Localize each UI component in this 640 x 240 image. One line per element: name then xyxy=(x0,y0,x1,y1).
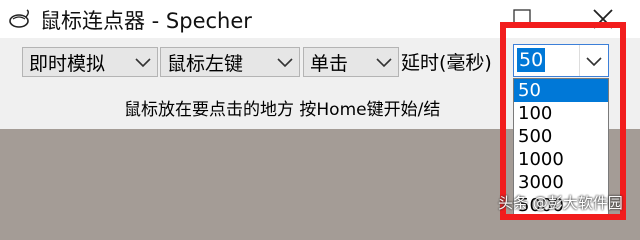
delay-option-1000[interactable]: 1000 xyxy=(514,148,608,171)
close-icon[interactable] xyxy=(590,6,616,32)
delay-option-3000[interactable]: 3000 xyxy=(514,171,608,194)
maximize-icon[interactable] xyxy=(512,8,532,28)
delay-dropdown-button[interactable] xyxy=(579,45,608,76)
mouse-icon xyxy=(9,9,29,28)
click-type-select[interactable]: 单击 xyxy=(303,47,399,77)
button-select[interactable]: 鼠标左键 xyxy=(160,47,300,77)
delay-option-100[interactable]: 100 xyxy=(514,102,608,125)
status-text: 鼠标放在要点击的地方 按Home键开始/结 xyxy=(124,100,441,120)
chevron-down-icon xyxy=(277,58,293,68)
chevron-down-icon xyxy=(376,58,392,68)
window-title: 鼠标连点器 - Specher xyxy=(40,9,252,33)
click-type-select-value: 单击 xyxy=(310,53,349,75)
watermark: 头条 @彭大软件园 xyxy=(498,194,623,212)
delay-option-50[interactable]: 50 xyxy=(514,79,608,102)
delay-option-500[interactable]: 500 xyxy=(514,125,608,148)
chevron-down-icon xyxy=(586,57,602,67)
mode-select-value: 即时模拟 xyxy=(29,53,106,75)
title-bar: 鼠标连点器 - Specher xyxy=(0,0,640,38)
button-select-value: 鼠标左键 xyxy=(167,53,244,75)
delay-select[interactable]: 50 xyxy=(513,44,609,77)
delay-select-value: 50 xyxy=(517,48,546,72)
mode-select[interactable]: 即时模拟 xyxy=(22,47,158,77)
chevron-down-icon xyxy=(135,58,151,68)
delay-label: 延时(毫秒) xyxy=(401,52,492,74)
